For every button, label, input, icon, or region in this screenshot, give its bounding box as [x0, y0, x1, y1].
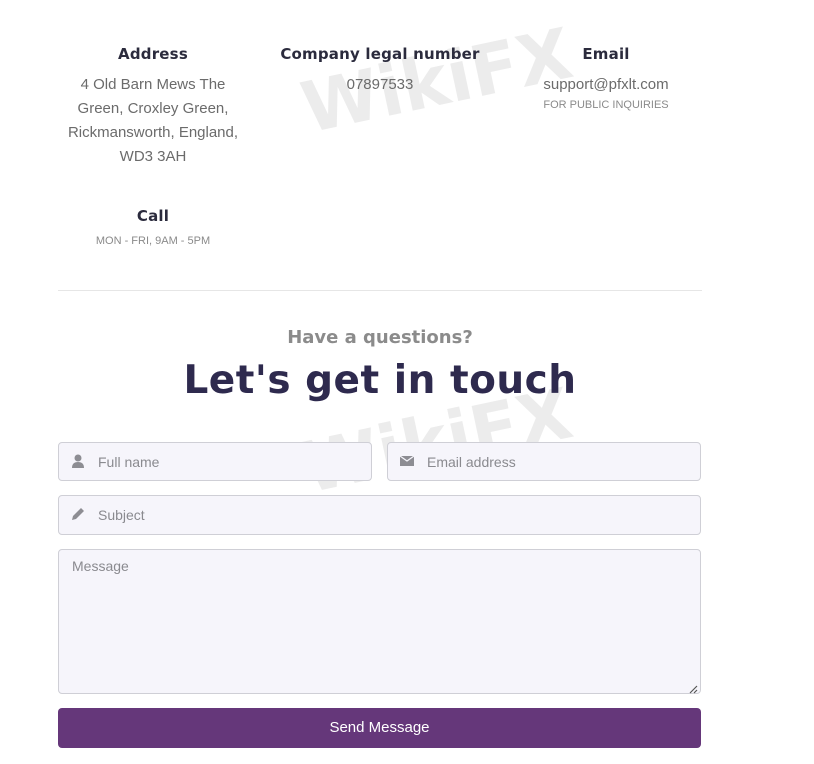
divider	[58, 290, 702, 291]
address-value: 4 Old Barn Mews The Green, Croxley Green…	[58, 73, 248, 169]
address-line: WD3 3AH	[119, 148, 187, 165]
subject-input[interactable]: Subject	[58, 495, 701, 535]
full-name-placeholder: Full name	[98, 454, 160, 470]
address-title: Address	[118, 45, 188, 63]
company-title: Company legal number	[280, 45, 480, 63]
company-block: Company legal number 07897533	[270, 45, 490, 97]
address-line: Rickmansworth, England,	[67, 124, 239, 141]
company-number: 07897533	[346, 76, 414, 93]
envelope-icon	[399, 454, 416, 470]
email-input[interactable]: Email address	[387, 442, 701, 481]
message-placeholder: Message	[72, 558, 129, 574]
email-placeholder: Email address	[427, 454, 516, 470]
message-textarea[interactable]: Message	[58, 549, 701, 694]
address-block: Address 4 Old Barn Mews The Green, Croxl…	[58, 45, 248, 169]
subject-placeholder: Subject	[98, 507, 145, 523]
resize-handle-icon[interactable]	[688, 681, 698, 694]
email-note: FOR PUBLIC INQUIRIES	[543, 99, 669, 111]
email-link[interactable]: support@pfxlt.com	[511, 73, 701, 97]
headline-highlight: get in touch	[305, 358, 577, 403]
full-name-input[interactable]: Full name	[58, 442, 372, 481]
section-eyebrow: Have a questions?	[287, 327, 473, 348]
section-headline: Let's get in touch	[0, 358, 760, 403]
pencil-icon	[71, 507, 87, 523]
send-message-button[interactable]: Send Message	[58, 708, 701, 748]
headline-plain: Let's	[183, 358, 306, 403]
user-icon	[71, 454, 87, 470]
call-title: Call	[136, 207, 170, 225]
address-line: 4 Old Barn Mews The	[80, 76, 226, 93]
address-line: Green, Croxley Green,	[77, 100, 229, 117]
email-title: Email	[582, 45, 630, 63]
email-block: Email support@pfxlt.com FOR PUBLIC INQUI…	[511, 45, 701, 111]
call-block: Call MON - FRI, 9AM - 5PM	[58, 207, 248, 247]
call-hours: MON - FRI, 9AM - 5PM	[95, 235, 211, 247]
